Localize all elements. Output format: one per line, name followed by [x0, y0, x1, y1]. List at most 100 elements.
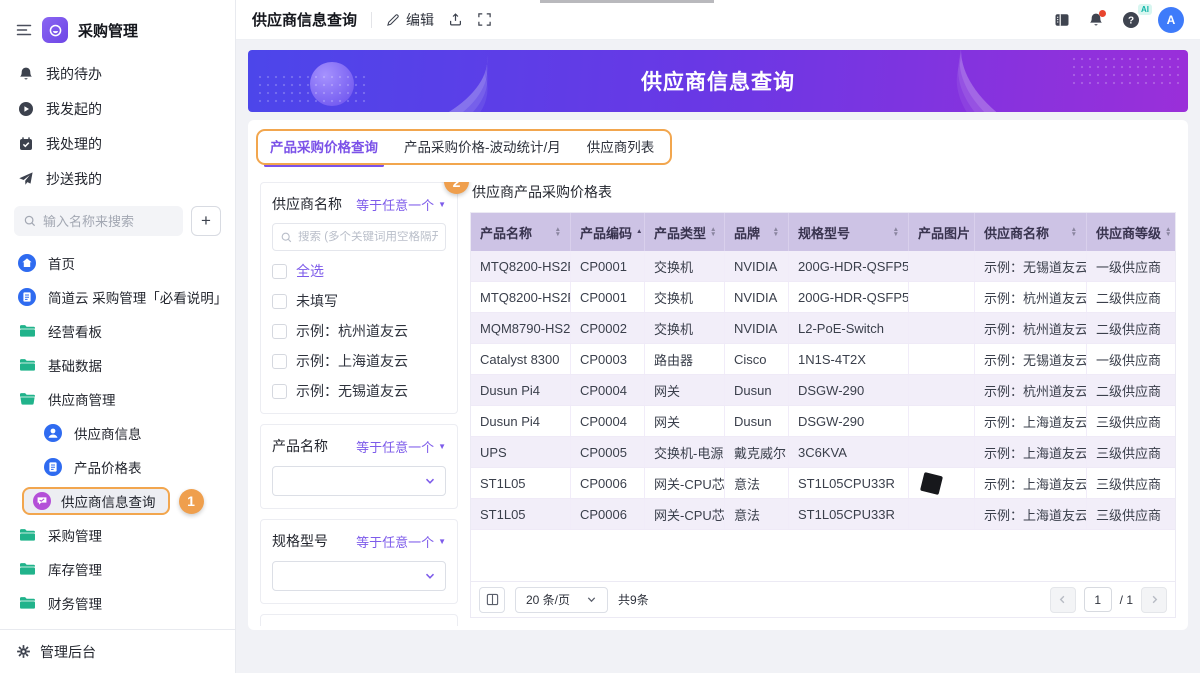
tab-bar: 产品采购价格查询 产品采购价格-波动统计/月 供应商列表 [262, 130, 664, 168]
column-header-4[interactable]: 品牌 ▲▼ [725, 213, 789, 251]
sidebar-item-guide[interactable]: 简道云 采购管理「必看说明」 [0, 280, 235, 314]
sidebar-item-base-data[interactable]: 基础数据 [0, 348, 235, 382]
paper-plane-icon [18, 171, 34, 187]
avatar[interactable]: A [1158, 7, 1184, 33]
sidebar-quick-item[interactable]: 我处理的 [0, 126, 235, 161]
table-title: 供应商产品采购价格表 [472, 182, 1176, 202]
share-button[interactable] [448, 12, 463, 27]
column-label: 品牌 [734, 223, 760, 242]
column-settings-button[interactable] [479, 587, 505, 613]
column-label: 供应商等级 [1096, 223, 1161, 242]
sidebar-search-input[interactable] [43, 214, 174, 229]
filter-label: 产品名称 [272, 436, 328, 456]
table-footer: 20 条/页 共9条 1 / 1 [471, 581, 1175, 617]
filter-option[interactable]: 示例：上海道友云 [272, 351, 446, 371]
column-header-1[interactable]: 产品名称▲▼ [471, 213, 571, 251]
prev-page-button[interactable] [1050, 587, 1076, 613]
table-cell: 意法 [725, 468, 789, 498]
sidebar-item-inventory-mgmt[interactable]: 库存管理 [0, 552, 235, 586]
sidebar-quick-item[interactable]: 我的待办 [0, 56, 235, 91]
column-header-8[interactable]: 供应商等级 ▲▼ [1087, 213, 1175, 251]
table-row[interactable]: Dusun Pi4CP0004网关DusunDSGW-290示例：杭州道友云二级… [471, 375, 1175, 406]
sort-both-icon[interactable]: ▲▼ [893, 227, 899, 238]
active-item-highlight: 供应商信息查询 [22, 487, 170, 515]
filter-option[interactable]: 全选 [272, 261, 446, 281]
tab-3[interactable]: 供应商列表 [587, 136, 655, 160]
filter-option[interactable]: 示例：无锡道友云 [272, 381, 446, 401]
admin-footer[interactable]: 管理后台 [0, 629, 235, 673]
sidebar-item-supplier-query[interactable]: 供应商信息查询1 [0, 484, 235, 518]
column-header-2[interactable]: 产品编码▲ [571, 213, 645, 251]
table-row[interactable]: ST1L05CP0006网关-CPU芯片意法ST1L05CPU33R示例：上海道… [471, 499, 1175, 530]
table-cell [909, 437, 975, 467]
table-row[interactable]: MTQ8200-HS2FCP0001交换机NVIDIA200G-HDR-QSFP… [471, 282, 1175, 313]
sort-both-icon[interactable]: ▲▼ [1071, 227, 1077, 238]
quick-item-label: 我的待办 [46, 64, 102, 84]
sidebar: 采购管理 我的待办我发起的我处理的抄送我的 + 首页简道云 采购管理「必看说明」… [0, 0, 236, 673]
table-cell: 示例：上海道友云 [975, 406, 1087, 436]
filter-select[interactable] [272, 466, 446, 496]
sidebar-quick-item[interactable]: 我发起的 [0, 91, 235, 126]
sort-asc-icon[interactable]: ▲ [636, 229, 642, 235]
sidebar-item-finance-mgmt[interactable]: 财务管理 [0, 586, 235, 620]
sidebar-item-supplier-info[interactable]: 供应商信息 [0, 416, 235, 450]
app-logo-icon [42, 17, 68, 43]
filter-operator-dropdown[interactable]: 等于任意一个▼ [356, 195, 446, 214]
table-row[interactable]: Catalyst 8300CP0003路由器Cisco1N1S-4T2X示例：无… [471, 344, 1175, 375]
edit-button[interactable]: 编辑 [386, 10, 434, 30]
sort-both-icon[interactable]: ▲▼ [555, 227, 561, 238]
tab-2[interactable]: 产品采购价格-波动统计/月 [404, 136, 561, 160]
table-cell: 示例：上海道友云 [975, 468, 1087, 498]
sidebar-item-home[interactable]: 首页 [0, 246, 235, 280]
filter-operator-dropdown[interactable]: 等于任意一个▼ [356, 437, 446, 456]
help-icon[interactable]: ? AI [1122, 11, 1140, 29]
checkbox[interactable] [272, 294, 287, 309]
sidebar-item-product-price[interactable]: 产品价格表 [0, 450, 235, 484]
sidebar-search-row: + [0, 196, 235, 240]
sidebar-item-label: 供应商信息查询 [61, 491, 156, 511]
checkbox[interactable] [272, 264, 287, 279]
filter-option[interactable]: 未填写 [272, 291, 446, 311]
column-header-7[interactable]: 供应商名称▲▼ [975, 213, 1087, 251]
table-row[interactable]: MQM8790-HS2RCP0002交换机NVIDIAL2-PoE-Switch… [471, 313, 1175, 344]
page-size-select[interactable]: 20 条/页 [515, 587, 608, 613]
sort-both-icon[interactable]: ▲▼ [1165, 227, 1171, 238]
checkbox[interactable] [272, 324, 287, 339]
product-chip-image[interactable] [920, 471, 943, 494]
sidebar-panel-icon[interactable] [1054, 12, 1070, 28]
sidebar-search-box[interactable] [14, 206, 183, 236]
table-row[interactable]: Dusun Pi4CP0004网关DusunDSGW-290示例：上海道友云三级… [471, 406, 1175, 437]
table-cell: Cisco [725, 344, 789, 374]
column-header-5[interactable]: 规格型号▲▼ [789, 213, 909, 251]
notification-bell-icon[interactable] [1088, 12, 1104, 28]
sidebar-quick-item[interactable]: 抄送我的 [0, 161, 235, 196]
page-number-input[interactable]: 1 [1084, 587, 1112, 612]
sort-both-icon[interactable]: ▲▼ [710, 227, 716, 238]
add-button[interactable]: + [191, 206, 221, 236]
filter-operator-dropdown[interactable]: 等于任意一个▼ [356, 532, 446, 551]
filter-section-2: 产品名称 等于任意一个▼ [260, 424, 458, 509]
checkbox[interactable] [272, 384, 287, 399]
filter-operator-label: 等于任意一个 [356, 195, 434, 214]
fullscreen-button[interactable] [477, 12, 492, 27]
sort-both-icon[interactable]: ▲▼ [773, 227, 779, 238]
sidebar-item-dashboard[interactable]: 经营看板 [0, 314, 235, 348]
table-row[interactable]: UPSCP0005交换机-电源戴克威尔3C6KVA示例：上海道友云三级供应商 [471, 437, 1175, 468]
column-header-6[interactable]: 产品图片 [909, 213, 975, 251]
table-row[interactable]: MTQ8200-HS2FCP0001交换机NVIDIA200G-HDR-QSFP… [471, 251, 1175, 282]
tab-1[interactable]: 产品采购价格查询 [270, 136, 378, 160]
edit-label: 编辑 [406, 10, 434, 30]
column-header-3[interactable]: 产品类型▲▼ [645, 213, 725, 251]
hamburger-icon[interactable] [16, 22, 32, 38]
filter-option[interactable]: 示例：杭州道友云 [272, 321, 446, 341]
checkbox[interactable] [272, 354, 287, 369]
filter-select[interactable] [272, 561, 446, 591]
filter-search-box[interactable] [272, 223, 446, 251]
sidebar-item-purchase-mgmt[interactable]: 采购管理 [0, 518, 235, 552]
filter-search-input[interactable] [298, 231, 438, 243]
filter-option-label: 示例：无锡道友云 [296, 381, 408, 401]
table-row[interactable]: ST1L05CP0006网关-CPU芯片意法ST1L05CPU33R示例：上海道… [471, 468, 1175, 499]
sidebar-item-supplier-mgmt[interactable]: 供应商管理 [0, 382, 235, 416]
next-page-button[interactable] [1141, 587, 1167, 613]
folder-icon [18, 560, 36, 578]
